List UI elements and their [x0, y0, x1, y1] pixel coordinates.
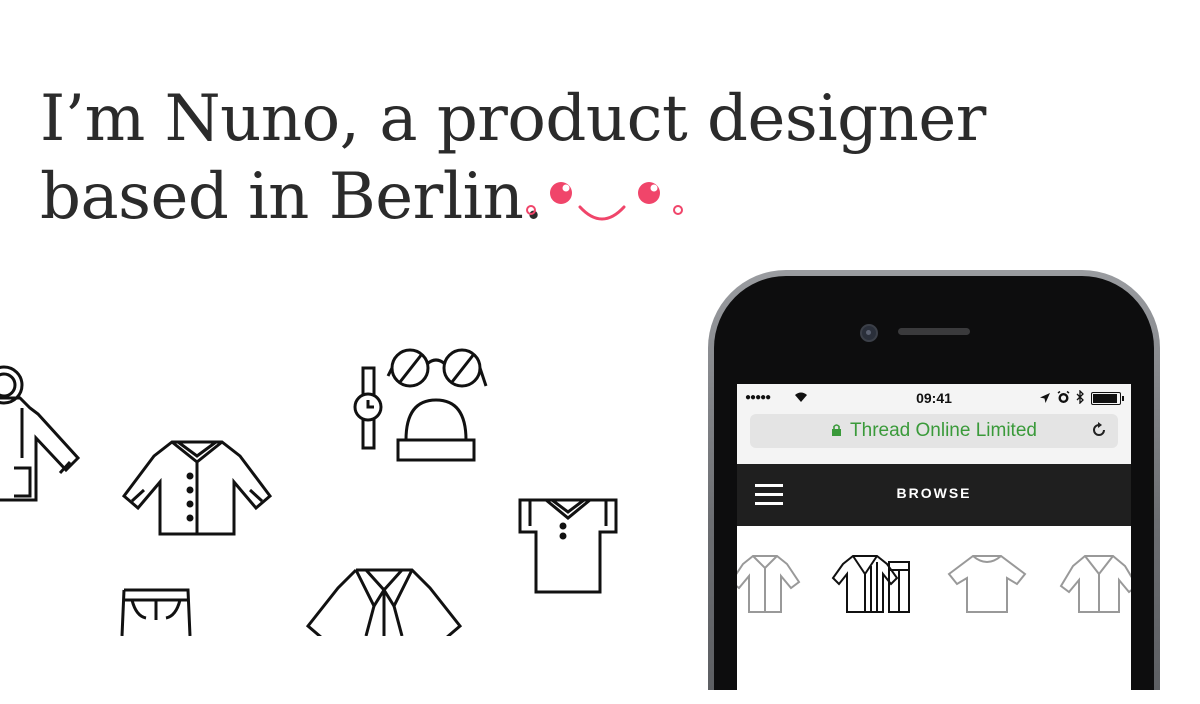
- browse-content: [737, 526, 1131, 704]
- beanie-icon: [394, 392, 478, 466]
- battery-icon: [1091, 392, 1124, 405]
- polo-shirt-icon: [516, 496, 620, 596]
- front-camera: [860, 324, 878, 342]
- address-text-wrap: Thread Online Limited: [750, 420, 1118, 442]
- lock-icon: [831, 420, 842, 442]
- status-right-icons: [1039, 389, 1124, 407]
- browser-chrome: Thread Online Limited: [737, 412, 1131, 464]
- hero-line-2: based in Berlin.: [40, 160, 544, 234]
- bluetooth-icon: [1076, 389, 1085, 407]
- blazer-icon: [304, 566, 464, 636]
- earpiece-speaker: [898, 328, 970, 335]
- category-outfit-icon[interactable]: [831, 552, 921, 620]
- nav-title: BROWSE: [896, 485, 972, 501]
- status-bar: ●●●●● 09:41: [737, 384, 1131, 412]
- watch-icon: [350, 366, 386, 452]
- site-name: Thread Online Limited: [850, 420, 1037, 442]
- category-shirt-icon[interactable]: [737, 552, 801, 620]
- hero-line-1: I’m Nuno, a product designer: [40, 82, 986, 156]
- category-tshirt-icon[interactable]: [945, 552, 1029, 620]
- alarm-icon: [1057, 390, 1070, 407]
- address-bar[interactable]: Thread Online Limited: [750, 414, 1118, 448]
- app-navbar: BROWSE: [737, 464, 1131, 526]
- hero-headline: I’m Nuno, a product designer based in Be…: [40, 80, 986, 236]
- smiley-face-icon: [520, 175, 690, 230]
- trousers-icon: [118, 586, 194, 636]
- reload-icon[interactable]: [1090, 421, 1108, 443]
- shirt-icon: [120, 438, 275, 538]
- phone-body: ●●●●● 09:41 Thread Online Limited BROWSE: [714, 276, 1154, 704]
- hooded-jacket-icon: [0, 358, 82, 503]
- category-cardigan-icon[interactable]: [1059, 552, 1131, 620]
- location-icon: [1039, 391, 1051, 407]
- glasses-icon: [386, 344, 488, 392]
- phone-mockup: ●●●●● 09:41 Thread Online Limited BROWSE: [708, 270, 1160, 704]
- phone-screen: ●●●●● 09:41 Thread Online Limited BROWSE: [737, 384, 1131, 704]
